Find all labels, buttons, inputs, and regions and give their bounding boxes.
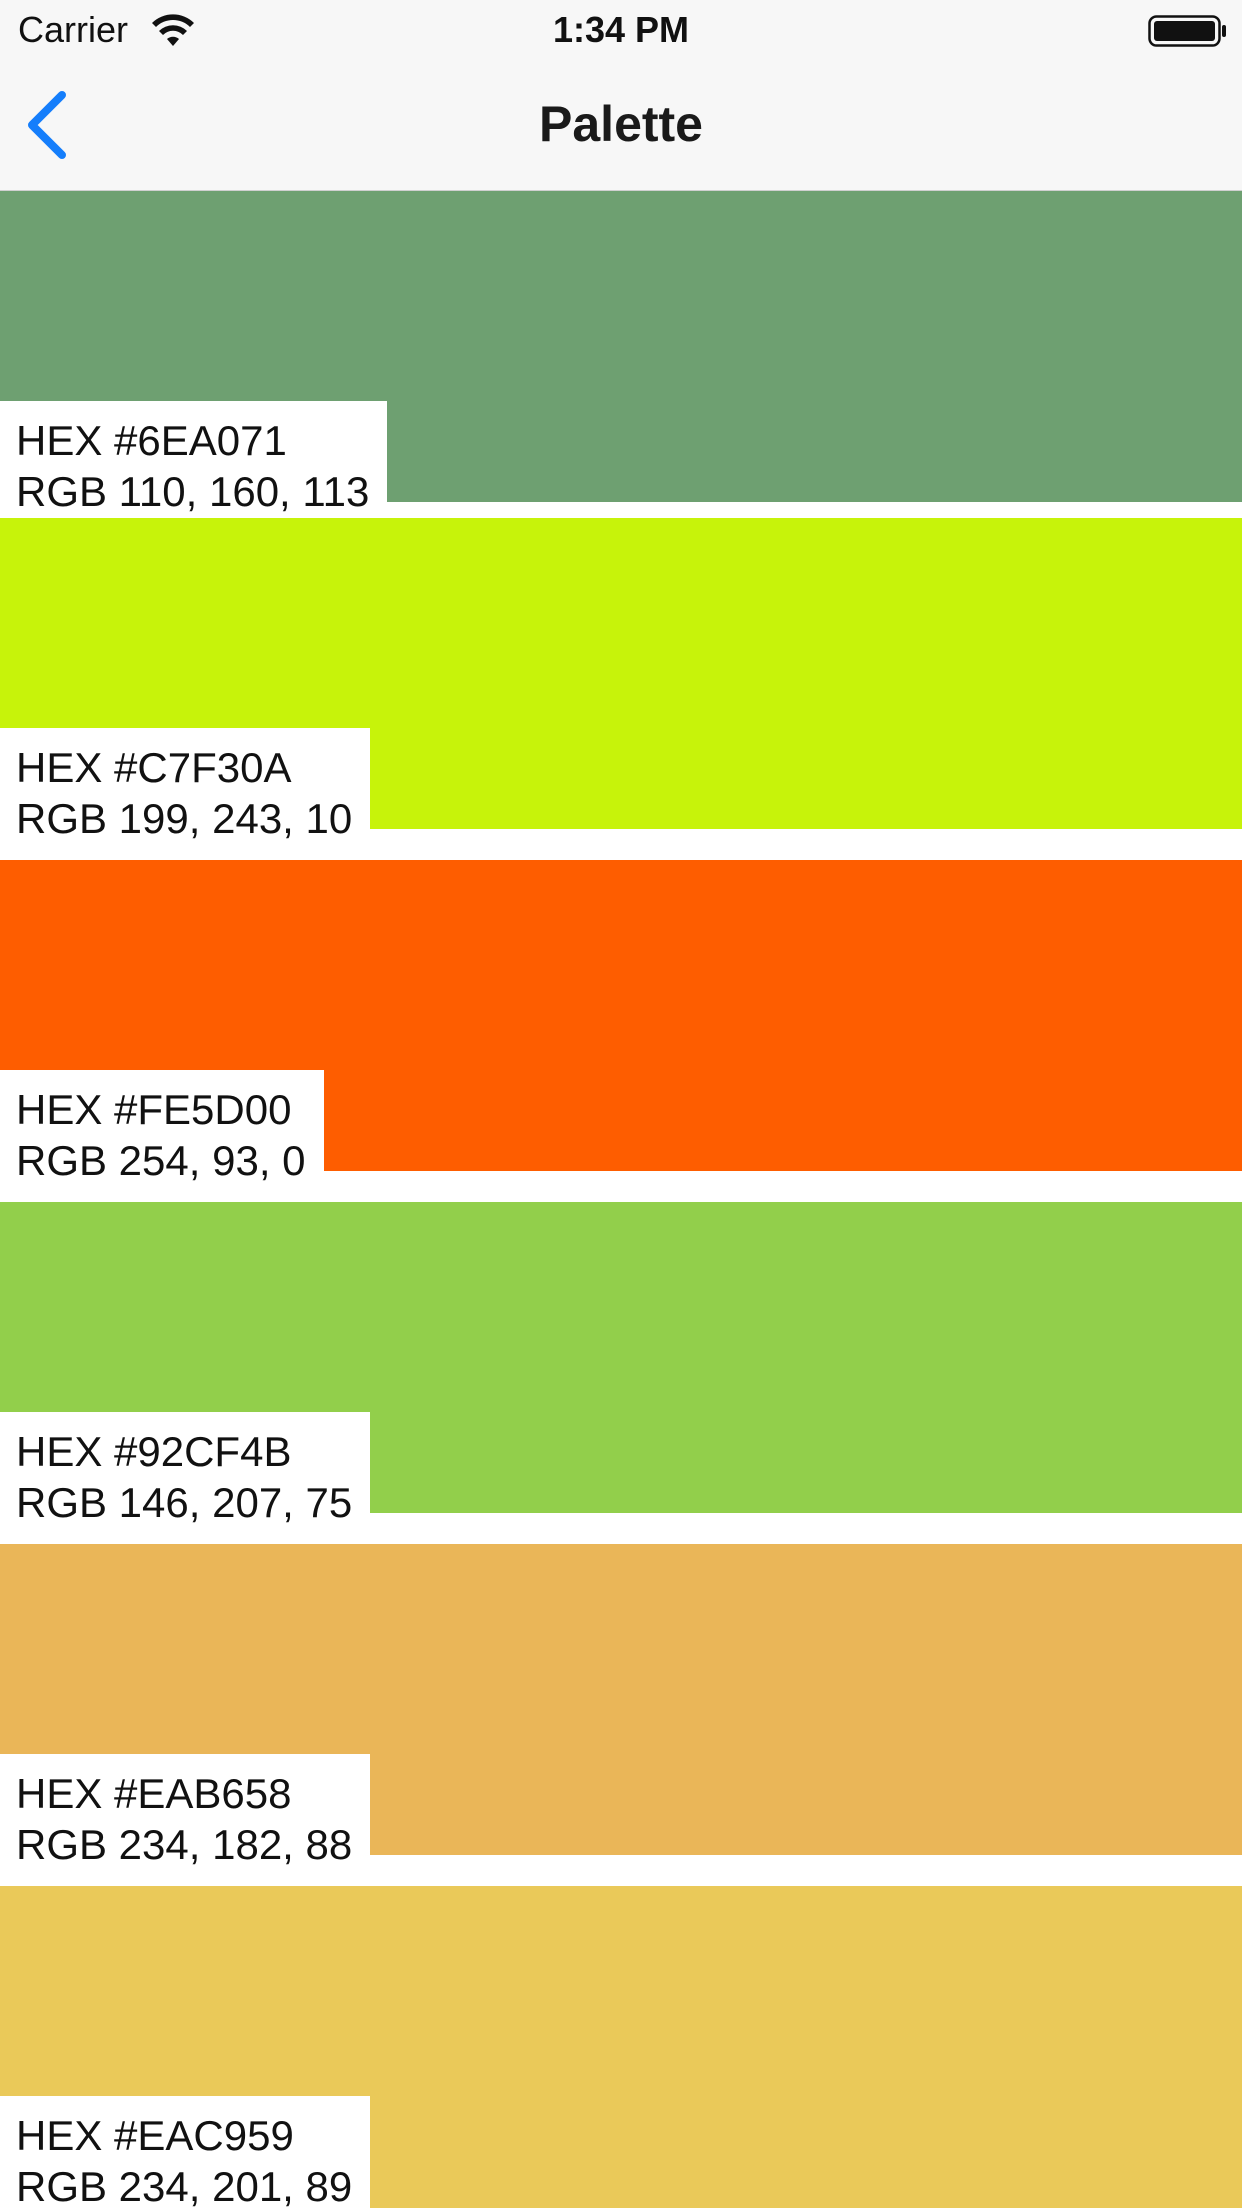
color-swatch[interactable]: HEX #C7F30A RGB 199, 243, 10: [0, 518, 1242, 842]
color-label-box: HEX #FE5D00 RGB 254, 93, 0: [0, 1070, 324, 1184]
color-swatch[interactable]: HEX #FE5D00 RGB 254, 93, 0: [0, 860, 1242, 1184]
hex-label: HEX #EAC959: [16, 2112, 294, 2159]
status-bar: Carrier 1:34 PM: [0, 0, 1242, 60]
color-label-box: HEX #EAB658 RGB 234, 182, 88: [0, 1754, 371, 1868]
rgb-label: RGB 146, 207, 75: [16, 1479, 353, 1526]
hex-label: HEX #FE5D00: [16, 1086, 292, 1133]
battery-icon: [1148, 15, 1226, 47]
color-label-box: HEX #C7F30A RGB 199, 243, 10: [0, 728, 371, 842]
color-swatch[interactable]: HEX #92CF4B RGB 146, 207, 75: [0, 1202, 1242, 1526]
page-title: Palette: [539, 96, 703, 152]
color-swatch[interactable]: HEX #EAB658 RGB 234, 182, 88: [0, 1544, 1242, 1868]
hex-label: HEX #C7F30A: [16, 744, 292, 791]
hex-label: HEX #EAB658: [16, 1770, 292, 1817]
navigation-bar: Palette: [0, 60, 1242, 191]
rgb-label: RGB 234, 182, 88: [16, 1821, 353, 1868]
color-swatch[interactable]: HEX #EAC959 RGB 234, 201, 89: [0, 1886, 1242, 2210]
rgb-label: RGB 199, 243, 10: [16, 795, 353, 842]
rgb-label: RGB 254, 93, 0: [16, 1137, 306, 1184]
rgb-label: RGB 234, 201, 89: [16, 2163, 353, 2210]
hex-label: HEX #92CF4B: [16, 1428, 292, 1475]
rgb-label: RGB 110, 160, 113: [16, 468, 370, 515]
color-label-box: HEX #6EA071 RGB 110, 160, 113: [0, 401, 388, 515]
color-swatch[interactable]: HEX #6EA071 RGB 110, 160, 113: [0, 191, 1242, 515]
hex-label: HEX #6EA071: [16, 417, 287, 464]
status-time: 1:34 PM: [552, 9, 690, 50]
color-label-box: HEX #92CF4B RGB 146, 207, 75: [0, 1412, 371, 1526]
color-label-box: HEX #EAC959 RGB 234, 201, 89: [0, 2096, 371, 2210]
